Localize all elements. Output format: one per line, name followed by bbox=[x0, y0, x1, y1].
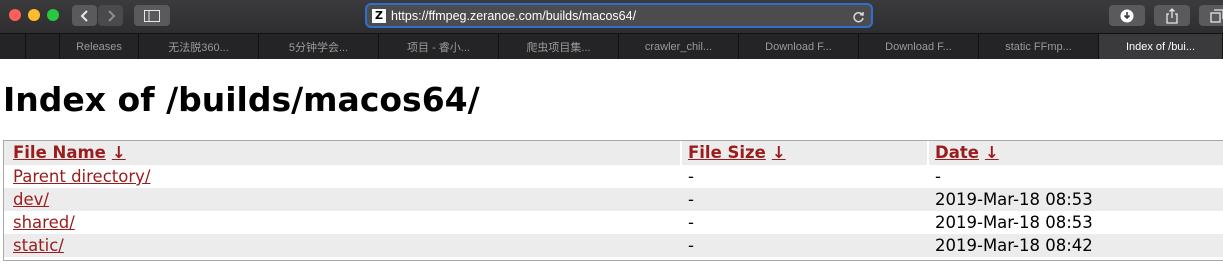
tab-active[interactable]: Index of /bui... bbox=[1099, 34, 1223, 59]
share-button[interactable] bbox=[1154, 5, 1190, 26]
file-listing-table: File Name ↓ File Size ↓ Date ↓ Parent direc… bbox=[3, 140, 1223, 261]
date-cell: 2019-Mar-18 08:53 bbox=[935, 190, 1093, 209]
folder-link-dev[interactable]: dev/ bbox=[13, 190, 49, 209]
sort-by-date-link[interactable]: Date ↓ bbox=[935, 143, 999, 162]
tab[interactable]: crawler_chil... bbox=[619, 34, 739, 59]
chevron-right-icon bbox=[107, 9, 115, 22]
close-window-button[interactable] bbox=[9, 9, 21, 21]
back-button[interactable] bbox=[72, 5, 97, 26]
sort-arrow-icon: ↓ bbox=[111, 143, 126, 162]
tabs-overview-icon bbox=[1210, 8, 1223, 23]
tab[interactable]: 爬虫项目集... bbox=[499, 34, 619, 59]
browser-toolbar: Z https://ffmpeg.zeranoe.com/builds/maco… bbox=[0, 0, 1223, 33]
folder-link-shared[interactable]: shared/ bbox=[13, 213, 75, 232]
sidebar-toggle-button[interactable] bbox=[134, 5, 170, 26]
file-size-cell: - bbox=[688, 167, 694, 186]
tab-releases[interactable]: Releases bbox=[60, 34, 139, 59]
date-cell: - bbox=[935, 167, 941, 186]
tab[interactable]: Download F... bbox=[739, 34, 859, 59]
address-bar[interactable]: Z https://ffmpeg.zeranoe.com/builds/maco… bbox=[365, 3, 873, 28]
tab[interactable]: Download F... bbox=[859, 34, 979, 59]
date-cell: 2019-Mar-18 08:53 bbox=[935, 213, 1093, 232]
forward-button[interactable] bbox=[98, 5, 123, 26]
pinned-tab[interactable] bbox=[26, 34, 60, 59]
tab[interactable]: 项目 - 睿小... bbox=[379, 34, 499, 59]
zoom-window-button[interactable] bbox=[47, 9, 59, 21]
table-row: Parent directory/ - - bbox=[4, 165, 1223, 188]
sort-arrow-icon: ↓ bbox=[771, 143, 786, 162]
show-all-tabs-button[interactable] bbox=[1199, 5, 1223, 26]
table-row: shared/ - 2019-Mar-18 08:53 bbox=[4, 211, 1223, 234]
date-cell: 2019-Mar-18 08:42 bbox=[935, 236, 1093, 255]
site-favicon-icon: Z bbox=[372, 8, 386, 23]
chevron-left-icon bbox=[80, 9, 88, 22]
column-divider bbox=[680, 141, 682, 165]
sort-by-name-link[interactable]: File Name ↓ bbox=[13, 143, 126, 162]
url-text[interactable]: https://ffmpeg.zeranoe.com/builds/macos6… bbox=[391, 9, 636, 23]
file-size-cell: - bbox=[688, 213, 694, 232]
file-size-cell: - bbox=[688, 236, 694, 255]
minimize-window-button[interactable] bbox=[28, 9, 40, 21]
table-row: dev/ - 2019-Mar-18 08:53 bbox=[4, 188, 1223, 211]
share-icon bbox=[1166, 7, 1178, 24]
sidebar-icon bbox=[144, 9, 160, 22]
file-size-cell: - bbox=[688, 190, 694, 209]
pinned-tab[interactable] bbox=[0, 34, 26, 59]
download-icon bbox=[1120, 9, 1134, 22]
table-header-row: File Name ↓ File Size ↓ Date ↓ bbox=[4, 141, 1223, 165]
parent-directory-link[interactable]: Parent directory/ bbox=[13, 167, 150, 186]
downloads-button[interactable] bbox=[1109, 5, 1145, 26]
tab-strip: Releases 无法脱360... 5分钟学会... 项目 - 睿小... 爬… bbox=[0, 33, 1223, 59]
tab[interactable]: 5分钟学会... bbox=[259, 34, 379, 59]
sort-arrow-icon: ↓ bbox=[984, 143, 999, 162]
sort-by-size-link[interactable]: File Size ↓ bbox=[688, 143, 786, 162]
tab[interactable]: static FFmp... bbox=[979, 34, 1099, 59]
table-row: static/ - 2019-Mar-18 08:42 bbox=[4, 234, 1223, 257]
reload-icon[interactable] bbox=[852, 9, 865, 28]
page-title: Index of /builds/macos64/ bbox=[3, 80, 480, 119]
tab[interactable]: 无法脱360... bbox=[139, 34, 259, 59]
folder-link-static[interactable]: static/ bbox=[13, 236, 64, 255]
column-divider bbox=[927, 141, 929, 165]
